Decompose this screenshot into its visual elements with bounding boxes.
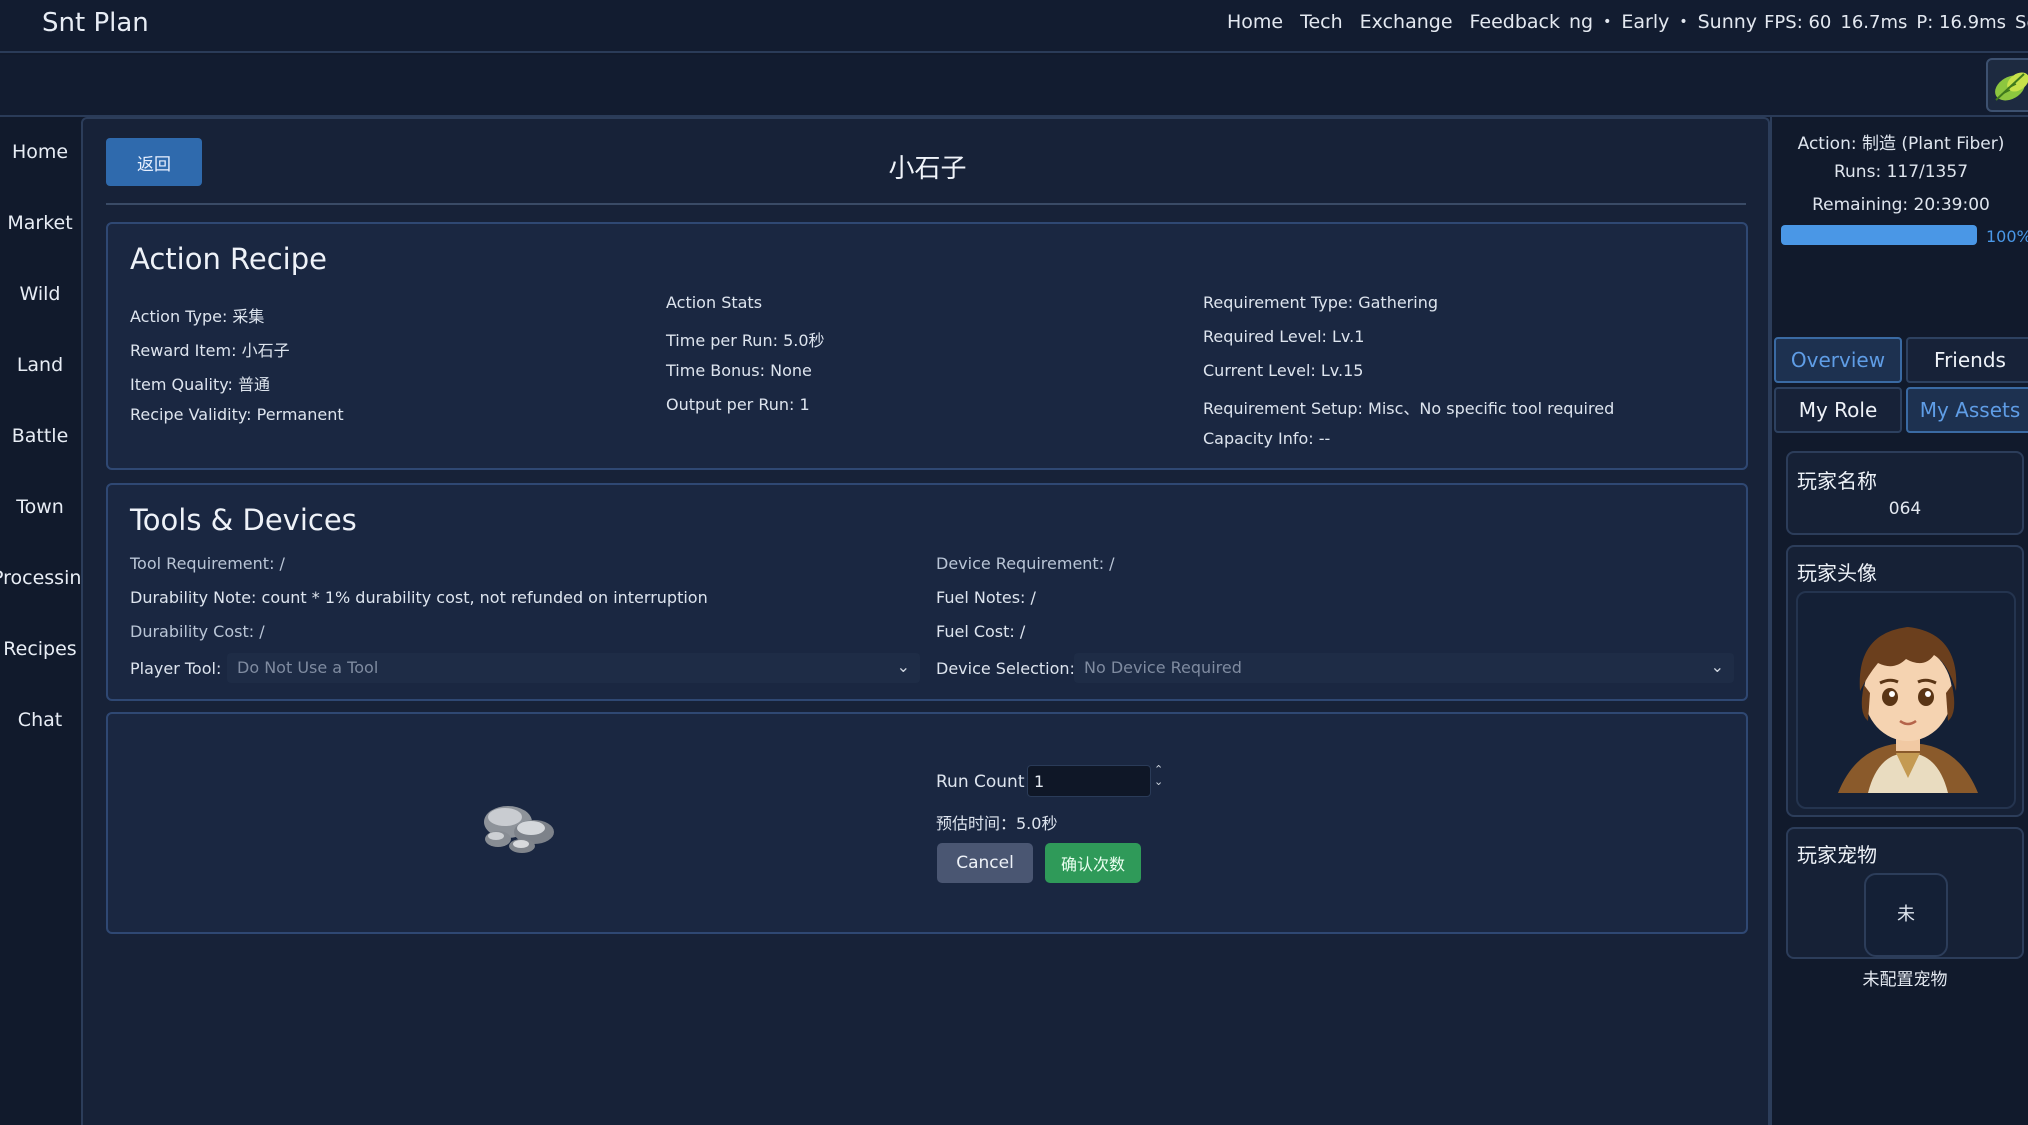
player-name-title: 玩家名称 [1797,469,1877,493]
nav-chat[interactable]: Chat [0,709,80,731]
player-tool-label: Player Tool: [130,659,222,678]
player-tool-select[interactable]: Do Not Use a Tool ⌄ [227,653,920,683]
estimated-time: 预估时间：5.0秒 [936,814,1058,833]
settings-link[interactable]: Setting [2015,12,2028,33]
item-quality: Item Quality: 普通 [130,375,270,394]
tools-devices-heading: Tools & Devices [130,503,357,537]
action-type: Action Type: 采集 [130,307,265,326]
run-count-stepper[interactable]: ⌃ ⌄ [1154,764,1163,788]
separator-dot: • [1603,14,1612,30]
secondary-bar [0,55,2028,117]
player-pet-card: 玩家宠物 未 未配置宠物 [1786,827,2024,990]
tools-devices-card: Tools & Devices Tool Requirement: / Dura… [106,483,1748,701]
player-name-value: 064 [1888,499,1922,519]
device-selection-value: No Device Required [1084,658,1242,677]
action-stats-label: Action Stats [666,293,763,312]
fps-readout: FPS: 60 [1764,11,1832,33]
device-selection-label: Device Selection: [936,659,1075,678]
time-per-run: Time per Run: 5.0秒 [666,331,825,350]
remaining-time: Remaining: 20:39:00 [1812,195,1990,215]
season-indicator: ng [1569,11,1594,33]
tool-requirement: Tool Requirement: / [130,554,285,573]
nav-processing[interactable]: Processing [0,567,82,589]
tab-my-assets[interactable]: My Assets [1906,387,2028,433]
tab-overview[interactable]: Overview [1774,337,1902,383]
player-avatar[interactable] [1796,591,2016,809]
player-avatar-title: 玩家头像 [1797,561,1877,585]
tab-friends[interactable]: Friends [1906,337,2028,383]
time-bonus: Time Bonus: None [666,361,812,380]
separator-dot: • [1679,14,1688,30]
durability-cost: Durability Cost: / [130,622,265,641]
required-level: Required Level: Lv.1 [1203,327,1365,346]
fuel-cost: Fuel Cost: / [936,622,1026,641]
chevron-down-icon: ⌄ [896,657,910,676]
player-name-card: 玩家名称 064 [1786,451,2024,535]
cancel-button[interactable]: Cancel [937,843,1033,883]
chevron-down-icon: ⌄ [1710,657,1724,676]
app-brand[interactable]: Snt Plan [42,8,149,38]
phase-indicator: Early [1621,11,1670,33]
fuel-notes: Fuel Notes: / [936,588,1036,607]
action-recipe-card: Action Recipe Action Type: 采集 Reward Ite… [106,222,1748,470]
nav-home[interactable]: Home [0,141,80,163]
recipe-detail-panel: 返回 小石子 Action Recipe Action Type: 采集 Rew… [81,117,1770,1125]
top-nav: Home Tech Exchange Feedback ng • Early •… [1227,11,2028,33]
page-title: 小石子 [888,154,967,184]
player-pet-title: 玩家宠物 [1797,843,1877,867]
nav-battle[interactable]: Battle [0,425,80,447]
pet-slot[interactable]: 未 [1864,873,1948,957]
nav-market[interactable]: Market [0,212,80,234]
nav-wild[interactable]: Wild [0,283,80,305]
action-recipe-heading: Action Recipe [130,242,327,276]
nav-recipes[interactable]: Recipes [0,638,80,660]
capacity-info: Capacity Info: -- [1203,429,1331,448]
action-progress-bar [1781,225,1977,245]
perf-stats: FPS: 60 16.7ms P: 16.9ms Setting [1764,12,2028,33]
stones-icon [478,794,562,858]
tab-my-role[interactable]: My Role [1774,387,1902,433]
topnav-tech[interactable]: Tech [1300,11,1343,33]
current-action: Action: 制造 (Plant Fiber) [1797,134,2005,154]
action-progress-fill [1781,225,1977,245]
confirm-count-button[interactable]: 确认次数 [1045,843,1141,883]
progress-percent: 100% [1986,227,2028,246]
right-panel: Action: 制造 (Plant Fiber) Runs: 117/1357 … [1770,117,2028,1125]
left-nav: Home Market Wild Land Battle Town Proces… [0,118,82,1125]
reward-item: Reward Item: 小石子 [130,341,290,360]
topnav-feedback[interactable]: Feedback [1470,11,1560,33]
leaf-avatar-icon[interactable] [1986,58,2028,112]
run-settings-card: Run Count ⌃ ⌄ 预估时间：5.0秒 Cancel 确认次数 [106,712,1748,934]
process-time-readout: P: 16.9ms [1916,11,2007,33]
top-bar: Snt Plan Home Tech Exchange Feedback ng … [0,0,2028,53]
runs-count: Runs: 117/1357 [1833,162,1969,182]
pet-placeholder: 未 [1897,904,1915,925]
output-per-run: Output per Run: 1 [666,395,810,414]
topnav-home[interactable]: Home [1227,11,1283,33]
device-requirement: Device Requirement: / [936,554,1115,573]
title-divider [106,203,1746,205]
topnav-exchange[interactable]: Exchange [1360,11,1453,33]
player-avatar-card: 玩家头像 [1786,545,2024,817]
durability-note: Durability Note: count * 1% durability c… [130,588,708,607]
pet-status: 未配置宠物 [1862,970,1948,990]
recipe-validity: Recipe Validity: Permanent [130,405,344,424]
nav-land[interactable]: Land [0,354,80,376]
weather-indicator: Sunny [1697,11,1758,33]
frame-time-readout: 16.7ms [1840,11,1908,33]
run-count-label: Run Count [936,772,1025,792]
requirement-type: Requirement Type: Gathering [1203,293,1438,312]
requirement-setup: Requirement Setup: Misc、No specific tool… [1203,399,1615,418]
current-level: Current Level: Lv.15 [1203,361,1364,380]
chevron-down-icon[interactable]: ⌄ [1154,776,1163,788]
device-selection-select[interactable]: No Device Required ⌄ [1074,653,1734,683]
run-count-input[interactable] [1027,765,1151,797]
nav-town[interactable]: Town [0,496,80,518]
player-tool-value: Do Not Use a Tool [237,658,379,677]
